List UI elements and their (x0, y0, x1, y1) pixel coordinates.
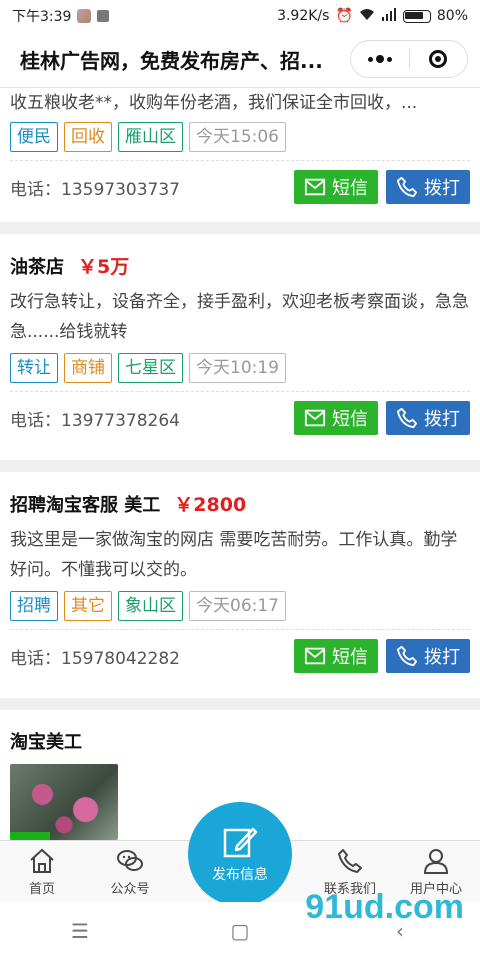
publish-button[interactable]: 发布信息 (188, 802, 292, 906)
sms-button[interactable]: 短信 (294, 639, 378, 673)
sms-label: 短信 (332, 647, 368, 668)
listing-title: 油茶店 (10, 257, 64, 278)
phone-icon (338, 849, 362, 873)
user-icon (423, 849, 449, 874)
phone-number: 电话：13977378264 (10, 410, 180, 431)
contact-row: 电话：15978042282 短信 拨打 (10, 630, 470, 682)
listing-tags: 转让 商铺 七星区 今天10:19 (10, 353, 470, 383)
district-tag[interactable]: 七星区 (118, 353, 183, 383)
listing-desc: 改行急转让，设备齐全，接手盈利，欢迎老板考察面谈，急急急......给钱就转 (10, 292, 469, 342)
call-label: 拨打 (424, 178, 460, 199)
phone-number: 电话：13597303737 (10, 179, 180, 200)
watermark-logo: 91ud.com (305, 888, 464, 926)
listing-feed[interactable]: 收五粮收老**，收购年份老酒，我们保证全市回收，... 便民 回收 雁山区 今天… (0, 88, 480, 840)
sms-label: 短信 (332, 409, 368, 430)
tab-official-label: 公众号 (110, 882, 150, 897)
phone-icon (396, 645, 418, 667)
sms-button[interactable]: 短信 (294, 401, 378, 435)
mail-icon (304, 178, 326, 196)
listing-desc: 我这里是一家做淘宝的网店 需要吃苦耐劳。工作认真。勤学好问。不懂我可以交的。 (10, 530, 458, 580)
phone-number: 电话：15978042282 (10, 648, 180, 669)
district-tag[interactable]: 象山区 (118, 591, 183, 621)
status-bar: 下午3:39 3.92K/s ⏰ 80% (0, 0, 480, 32)
menu-icon: ☰ (71, 919, 89, 943)
battery-level: 80% (436, 8, 468, 24)
menu-button[interactable]: ☰ (60, 911, 100, 951)
home-icon (30, 848, 54, 873)
listing-header: 油茶店 ￥5万 (10, 252, 470, 279)
publish-label: 发布信息 (212, 867, 268, 883)
sms-button[interactable]: 短信 (294, 170, 378, 204)
listing-thumbnail[interactable] (10, 764, 118, 840)
listing-title: 淘宝美工 (10, 732, 82, 753)
time-tag: 今天10:19 (189, 353, 286, 383)
status-time: 下午3:39 (12, 9, 72, 25)
phone-icon (396, 176, 418, 198)
page-title: 桂林广告网，免费发布房产、招... (20, 49, 323, 73)
battery-icon (402, 9, 431, 23)
notification-app-icon (97, 10, 110, 22)
type-tag[interactable]: 其它 (64, 591, 112, 621)
listing-price: ￥2800 (174, 494, 247, 516)
alarm-icon: ⏰ (335, 8, 353, 24)
contact-row: 电话：13597303737 短信 拨打 (10, 161, 470, 213)
listing-price: ￥5万 (78, 256, 130, 278)
tab-official-account[interactable]: 公众号 (90, 841, 170, 903)
more-dot-icon (386, 56, 392, 62)
contact-row: 电话：13977378264 短信 拨打 (10, 392, 470, 444)
call-button[interactable]: 拨打 (386, 170, 470, 204)
phone-icon (396, 407, 418, 429)
category-tag[interactable]: 转让 (10, 353, 58, 383)
category-tag[interactable]: 招聘 (10, 591, 58, 621)
call-button[interactable]: 拨打 (386, 401, 470, 435)
call-label: 拨打 (424, 647, 460, 668)
listing-tags: 招聘 其它 象山区 今天06:17 (10, 591, 470, 621)
sms-label: 短信 (332, 178, 368, 199)
time-tag: 今天15:06 (189, 122, 286, 152)
listing-header: 招聘淘宝客服 美工 ￥2800 (10, 490, 470, 517)
thumbnail-badge (10, 832, 50, 840)
tab-home[interactable]: 首页 (2, 841, 82, 903)
more-menu-button[interactable] (351, 41, 409, 77)
home-nav-button[interactable]: ▢ (220, 911, 260, 951)
signal-icon (381, 7, 397, 25)
call-button[interactable]: 拨打 (386, 639, 470, 673)
time-tag: 今天06:17 (189, 591, 286, 621)
listing-card[interactable]: 收五粮收老**，收购年份老酒，我们保证全市回收，... 便民 回收 雁山区 今天… (0, 88, 480, 222)
mail-icon (304, 409, 326, 427)
more-dot-icon (375, 55, 384, 63)
edit-icon (223, 827, 258, 858)
listing-header: 淘宝美工 (10, 728, 470, 754)
close-miniprogram-button[interactable] (410, 41, 468, 77)
wifi-icon (359, 7, 375, 25)
type-tag[interactable]: 回收 (64, 122, 112, 152)
notification-avatar-icon (77, 9, 92, 23)
tab-home-label: 首页 (28, 882, 55, 897)
listing-desc: 收五粮收老**，收购年份老酒，我们保证全市回收，... (10, 93, 418, 113)
mail-icon (304, 647, 326, 665)
target-close-icon (429, 50, 448, 68)
listing-card[interactable]: 招聘淘宝客服 美工 ￥2800 我这里是一家做淘宝的网店 需要吃苦耐劳。工作认真… (0, 472, 480, 698)
square-icon: ▢ (230, 919, 250, 943)
listing-card[interactable]: 油茶店 ￥5万 改行急转让，设备齐全，接手盈利，欢迎老板考察面谈，急急急....… (0, 234, 480, 460)
listing-title: 招聘淘宝客服 美工 (10, 495, 161, 516)
category-tag[interactable]: 便民 (10, 122, 58, 152)
listing-tags: 便民 回收 雁山区 今天15:06 (10, 122, 470, 152)
network-speed: 3.92K/s (277, 8, 330, 24)
wechat-icon (117, 850, 143, 871)
call-label: 拨打 (424, 409, 460, 430)
miniprogram-capsule (350, 40, 468, 78)
more-dot-icon (367, 56, 373, 62)
district-tag[interactable]: 雁山区 (118, 122, 183, 152)
nav-bar: 桂林广告网，免费发布房产、招... (0, 32, 480, 88)
type-tag[interactable]: 商铺 (64, 353, 112, 383)
